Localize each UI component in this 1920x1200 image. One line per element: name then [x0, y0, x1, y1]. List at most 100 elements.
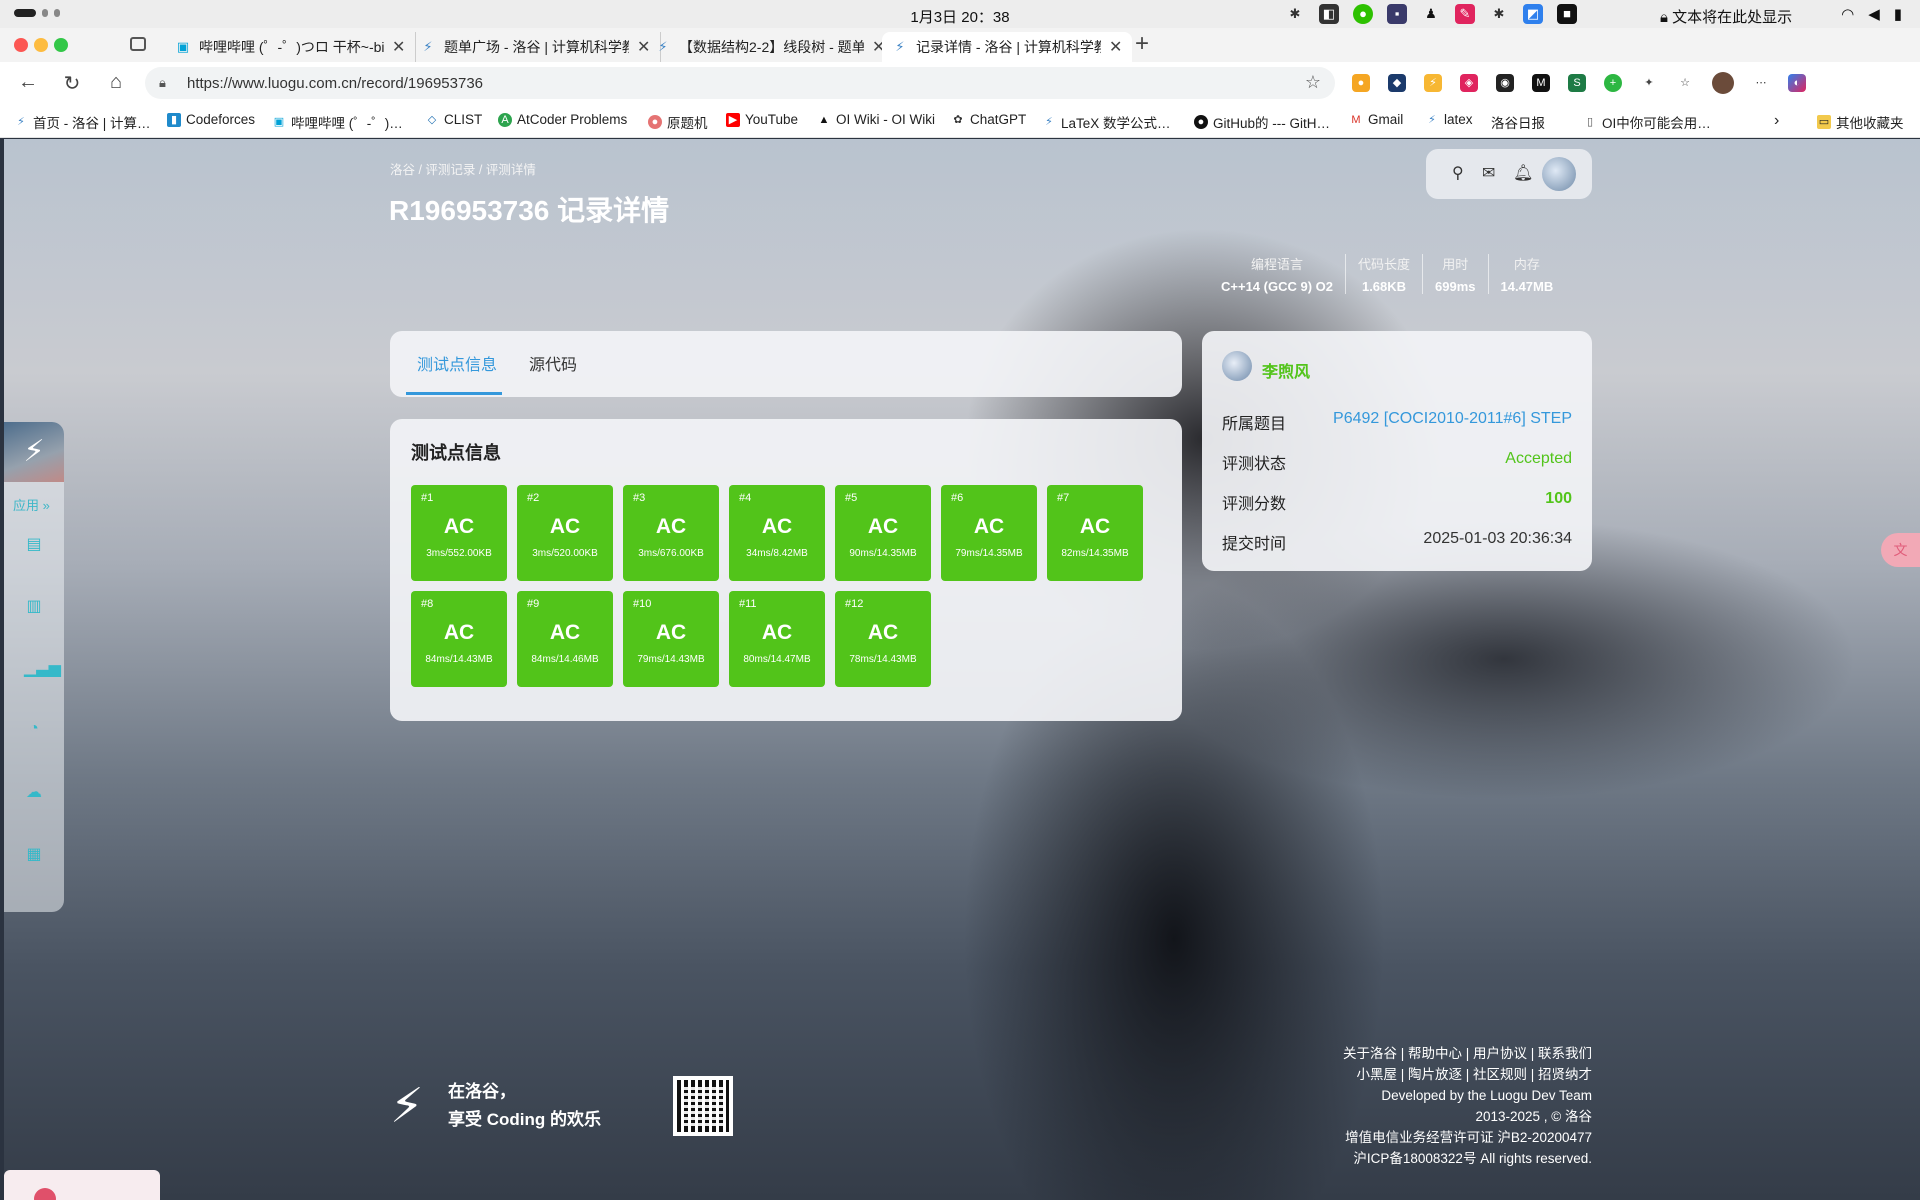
user-avatar[interactable] — [1222, 351, 1252, 381]
extension-icon-7[interactable]: S — [1568, 74, 1586, 92]
home-button[interactable]: ⌂ — [104, 71, 128, 94]
copilot-icon[interactable]: ◐ — [1788, 74, 1806, 92]
wifi-icon[interactable]: ◠ — [1841, 5, 1854, 23]
testcase-tile[interactable]: #7 AC 82ms/14.35MB — [1047, 485, 1143, 581]
bookmark-oiwiki[interactable]: ▲ OI Wiki - OI Wiki — [817, 112, 935, 127]
reload-button[interactable]: ↻ — [60, 71, 84, 96]
testcase-tile[interactable]: #9 AC 84ms/14.46MB — [517, 591, 613, 687]
testcase-tile[interactable]: #11 AC 80ms/14.47MB — [729, 591, 825, 687]
app-tray-icon[interactable]: ▪ — [1387, 4, 1407, 24]
search-icon[interactable]: ⚲ — [1452, 163, 1464, 183]
translate-float-button[interactable]: 文 — [1881, 533, 1920, 567]
testcase-tile[interactable]: #8 AC 84ms/14.43MB — [411, 591, 507, 687]
bluetooth-icon[interactable]: ✱ — [1285, 4, 1305, 24]
bookmark-latex-formula[interactable]: ⚡︎ LaTeX 数学公式… — [1042, 112, 1170, 132]
terminal-tray-icon[interactable]: ■ — [1557, 4, 1577, 24]
username-link[interactable]: 李煦风 — [1262, 358, 1310, 382]
testcase-tile[interactable]: #12 AC 78ms/14.43MB — [835, 591, 931, 687]
volume-icon[interactable]: ◀︎ — [1868, 5, 1880, 23]
tab-test-points[interactable]: 测试点信息 — [417, 351, 497, 375]
extension-icon-2[interactable]: ◆ — [1388, 74, 1406, 92]
favorites-icon[interactable]: ☆ — [1676, 74, 1694, 92]
new-tab-button[interactable]: + — [1135, 32, 1149, 56]
bottom-popup[interactable] — [4, 1170, 160, 1200]
back-button[interactable]: ← — [16, 71, 40, 94]
bluetooth-icon-2[interactable]: ✱ — [1489, 4, 1509, 24]
close-tab-icon[interactable]: ✕ — [392, 37, 405, 57]
url-text[interactable]: https://www.luogu.com.cn/record/19695373… — [187, 75, 483, 92]
footer-link-row-1[interactable]: 关于洛谷 | 帮助中心 | 用户协议 | 联系我们 — [1184, 1043, 1592, 1064]
system-clock[interactable]: 1月3日 20：38 — [910, 9, 1009, 26]
bookmarks-overflow-icon[interactable]: › — [1774, 112, 1779, 130]
profile-avatar[interactable] — [1712, 72, 1734, 94]
notes-tray-icon[interactable]: ✎ — [1455, 4, 1475, 24]
bookmark-atcoder[interactable]: A AtCoder Problems — [498, 112, 627, 127]
breadcrumb[interactable]: 洛谷 / 评测记录 / 评测详情 — [390, 159, 536, 178]
user-avatar[interactable] — [1542, 157, 1576, 191]
testcase-tile[interactable]: #6 AC 79ms/14.35MB — [941, 485, 1037, 581]
bookmark-gmail[interactable]: M Gmail — [1349, 112, 1403, 127]
address-bar[interactable]: 🔒︎ https://www.luogu.com.cn/record/19695… — [145, 67, 1335, 99]
testcase-tile[interactable]: #4 AC 34ms/8.42MB — [729, 485, 825, 581]
luogu-logo[interactable]: ⚡︎ — [4, 422, 64, 482]
testcase-tile[interactable]: #3 AC 3ms/676.00KB — [623, 485, 719, 581]
clipboard-icon[interactable]: ▥ — [24, 596, 44, 616]
bookmark-other-folder[interactable]: ▭ 其他收藏夹 — [1817, 112, 1904, 132]
pie-chart-icon[interactable]: ◔ — [24, 720, 44, 738]
book-icon[interactable]: ▤ — [24, 534, 44, 554]
screenshot-icon[interactable]: ◧ — [1319, 4, 1339, 24]
extension-icon-5[interactable]: ◉ — [1496, 74, 1514, 92]
bookmark-chatgpt[interactable]: ✿ ChatGPT — [951, 112, 1026, 127]
bookmark-oi-tools[interactable]: ▯ OI中你可能会用… — [1583, 112, 1711, 132]
chat-icon[interactable]: ☁ — [24, 782, 44, 802]
bell-icon[interactable]: 🔔︎ — [1513, 163, 1533, 183]
bookmark-codeforces[interactable]: ▮ Codeforces — [167, 112, 255, 127]
extension-icon-4[interactable]: ◈ — [1460, 74, 1478, 92]
footer-license[interactable]: 增值电信业务经营许可证 沪B2-20200477 — [1184, 1127, 1592, 1148]
testcase-tile[interactable]: #5 AC 90ms/14.35MB — [835, 485, 931, 581]
maximize-window-button[interactable] — [54, 38, 68, 52]
close-tab-icon[interactable]: ✕ — [1109, 37, 1122, 57]
bookmark-bilibili[interactable]: ▣ 哔哩哔哩 (゜-゜)… — [272, 112, 403, 132]
testcase-tile[interactable]: #1 AC 3ms/552.00KB — [411, 485, 507, 581]
extension-icon-1[interactable]: ● — [1352, 74, 1370, 92]
extension-icon-6[interactable]: M — [1532, 74, 1550, 92]
testcase-tile[interactable]: #10 AC 79ms/14.43MB — [623, 591, 719, 687]
close-window-button[interactable] — [14, 38, 28, 52]
problem-link[interactable]: P6492 [COCI2010-2011#6] STEP — [1333, 410, 1572, 434]
bookmark-youtube[interactable]: ▶︎ YouTube — [726, 112, 798, 127]
site-info-icon[interactable]: 🔒︎ — [159, 75, 173, 91]
footer-icp[interactable]: 沪ICP备18008322号 All rights reserved. — [1184, 1148, 1592, 1169]
bookmark-luogu[interactable]: ⚡︎ 首页 - 洛谷 | 计算… — [14, 112, 150, 132]
bar-chart-icon[interactable]: ▁▃▅ — [24, 658, 61, 678]
bookmark-star-icon[interactable]: ☆ — [1305, 72, 1321, 93]
tab-problem-list[interactable]: ⚡︎ 题单广场 - 洛谷 | 计算机科学教 ✕ — [410, 32, 662, 62]
tab-record-detail[interactable]: ⚡︎ 记录详情 - 洛谷 | 计算机科学教 ✕ — [882, 32, 1133, 62]
minimize-window-button[interactable] — [34, 38, 48, 52]
tab-bilibili[interactable]: ▣ 哔哩哔哩 (゜-゜)つロ 干杯~-bili ✕ — [165, 32, 417, 62]
testcase-tile[interactable]: #2 AC 3ms/520.00KB — [517, 485, 613, 581]
extensions-puzzle-icon[interactable]: ✦ — [1640, 74, 1658, 92]
extension-icon-3[interactable]: ⚡︎ — [1424, 74, 1442, 92]
bookmark-clist[interactable]: ◇ CLIST — [425, 112, 483, 127]
bookmark-luogu-daily[interactable]: 洛谷日报 — [1491, 112, 1545, 132]
tab-source-code[interactable]: 源代码 — [529, 351, 577, 375]
tab-segment-tree[interactable]: ⚡︎ 【数据结构2-2】线段树 - 题单 ✕ — [645, 32, 897, 62]
qq-icon[interactable]: ♟ — [1421, 4, 1441, 24]
bookmark-problem-machine[interactable]: ● 原题机 — [648, 112, 708, 132]
wechat-icon[interactable]: ● — [1353, 4, 1373, 24]
news-icon[interactable]: ▦ — [24, 844, 44, 864]
mail-icon[interactable]: ✉ — [1482, 163, 1495, 183]
editor-tray-icon[interactable]: ◩ — [1523, 4, 1543, 24]
footer-link-row-2[interactable]: 小黑屋 | 陶片放逐 | 社区规则 | 招贤纳才 — [1184, 1064, 1592, 1085]
extension-icon-8[interactable]: + — [1604, 74, 1622, 92]
bookmark-latex[interactable]: ⚡︎ latex — [1425, 112, 1472, 127]
github-icon: ● — [1194, 115, 1208, 129]
tab-actions-icon[interactable] — [130, 37, 146, 51]
bookmark-github[interactable]: ● GitHub的 --- GitH… — [1194, 112, 1330, 132]
apps-toggle[interactable]: 应用 » — [13, 495, 50, 514]
battery-icon[interactable]: ▮ — [1894, 5, 1902, 23]
bilibili-icon: ▣ — [176, 39, 190, 54]
workspace-indicator[interactable] — [14, 9, 60, 17]
more-menu-icon[interactable]: ⋯ — [1752, 74, 1770, 92]
